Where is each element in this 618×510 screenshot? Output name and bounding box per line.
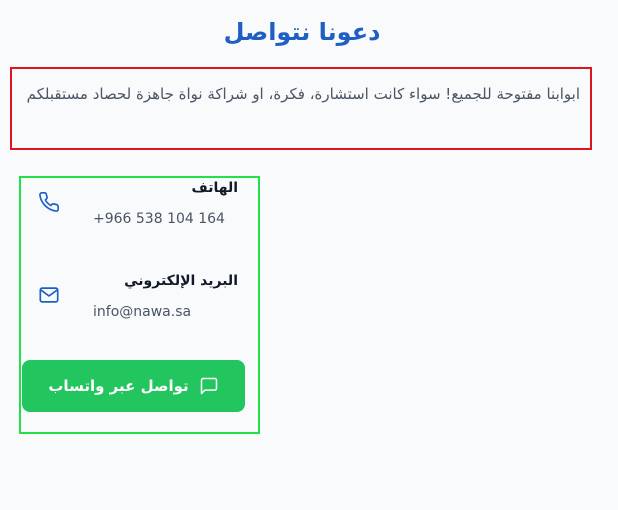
email-value[interactable]: info@nawa.sa bbox=[93, 302, 238, 322]
email-label: البريد الإلكتروني bbox=[124, 273, 238, 289]
phone-label: الهاتف bbox=[191, 180, 238, 196]
phone-value[interactable]: +966 538 104 164 bbox=[93, 209, 238, 229]
mail-icon bbox=[38, 284, 60, 306]
contact-card: الهاتف +966 538 104 164 البريد الإلكترون… bbox=[19, 176, 260, 434]
contact-email: البريد الإلكتروني info@nawa.sa bbox=[21, 271, 258, 331]
intro-text: ابوابنا مفتوحة للجميع! سواء كانت استشارة… bbox=[26, 85, 580, 103]
whatsapp-button[interactable]: تواصل عبر واتساب bbox=[22, 360, 245, 412]
contact-phone: الهاتف +966 538 104 164 bbox=[21, 178, 258, 238]
intro-box: ابوابنا مفتوحة للجميع! سواء كانت استشارة… bbox=[10, 67, 592, 150]
whatsapp-button-label: تواصل عبر واتساب bbox=[48, 377, 189, 395]
chat-icon bbox=[199, 376, 219, 396]
section-title: دعونا نتواصل bbox=[223, 18, 381, 46]
phone-icon bbox=[38, 191, 60, 213]
